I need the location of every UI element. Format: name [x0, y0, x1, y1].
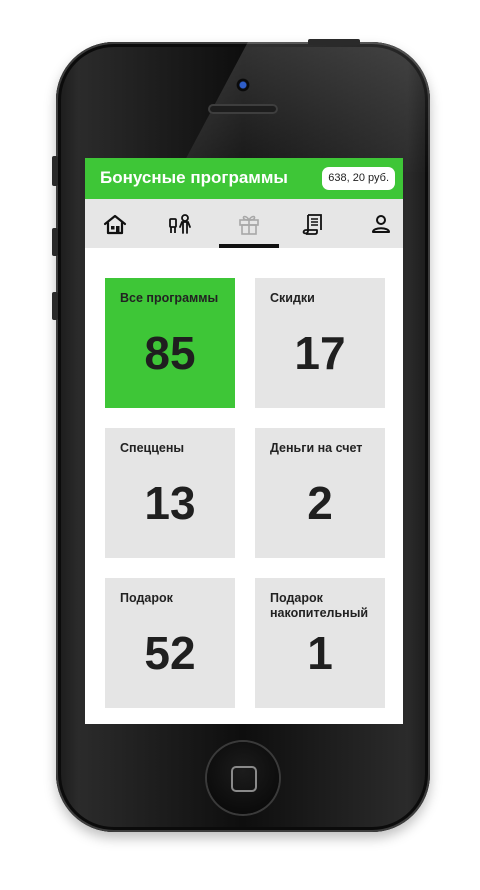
page-title: Бонусные программы: [100, 168, 288, 187]
volume-down-button[interactable]: [52, 292, 58, 320]
tile-count: 17: [294, 327, 346, 379]
tile-cumulative-gift[interactable]: Подарок накопительный 1: [255, 578, 385, 708]
earpiece-speaker: [208, 104, 278, 114]
tile-money-to-account[interactable]: Деньги на счет 2: [255, 428, 385, 558]
tile-count: 13: [144, 477, 196, 529]
tab-bonus[interactable]: [219, 199, 279, 248]
app-header: Бонусные программы 638, 20 руб.: [85, 158, 403, 199]
tile-label: Скидки: [270, 291, 315, 305]
tile-label: Деньги на счет: [270, 441, 363, 455]
tab-home[interactable]: [85, 199, 145, 248]
tab-people[interactable]: [151, 199, 211, 248]
mute-switch[interactable]: [52, 156, 58, 186]
tile-label: Подарок: [120, 591, 173, 605]
tab-bar: [85, 199, 403, 248]
tab-documents[interactable]: [283, 199, 343, 248]
front-camera: [236, 78, 250, 92]
tile-discounts[interactable]: Скидки 17: [255, 278, 385, 408]
person-icon: [372, 214, 390, 233]
tile-label: Все программы: [120, 291, 219, 305]
balance-badge[interactable]: 638, 20 руб.: [322, 167, 395, 190]
people-icon: [169, 213, 191, 234]
power-button[interactable]: [308, 39, 360, 45]
tile-special-prices[interactable]: Спеццены 13: [105, 428, 235, 558]
tile-gift[interactable]: Подарок 52: [105, 578, 235, 708]
tile-count: 2: [307, 477, 333, 529]
tile-count: 52: [144, 627, 196, 679]
tile-count: 85: [144, 327, 196, 379]
volume-up-button[interactable]: [52, 228, 58, 256]
app-screen: Бонусные программы 638, 20 руб. Все прог…: [85, 158, 403, 724]
gift-icon: [239, 215, 259, 235]
tile-label: Спеццены: [120, 441, 185, 455]
scroll-icon: [302, 213, 322, 235]
tile-count: 1: [307, 627, 333, 679]
tile-label: Подарок накопительный: [270, 591, 369, 620]
home-button[interactable]: [207, 742, 279, 814]
tab-profile[interactable]: [351, 199, 403, 248]
house-icon: [103, 214, 127, 234]
tile-all-programs[interactable]: Все программы 85: [105, 278, 235, 408]
active-tab-indicator: [219, 244, 279, 248]
home-square-icon: [231, 766, 257, 792]
